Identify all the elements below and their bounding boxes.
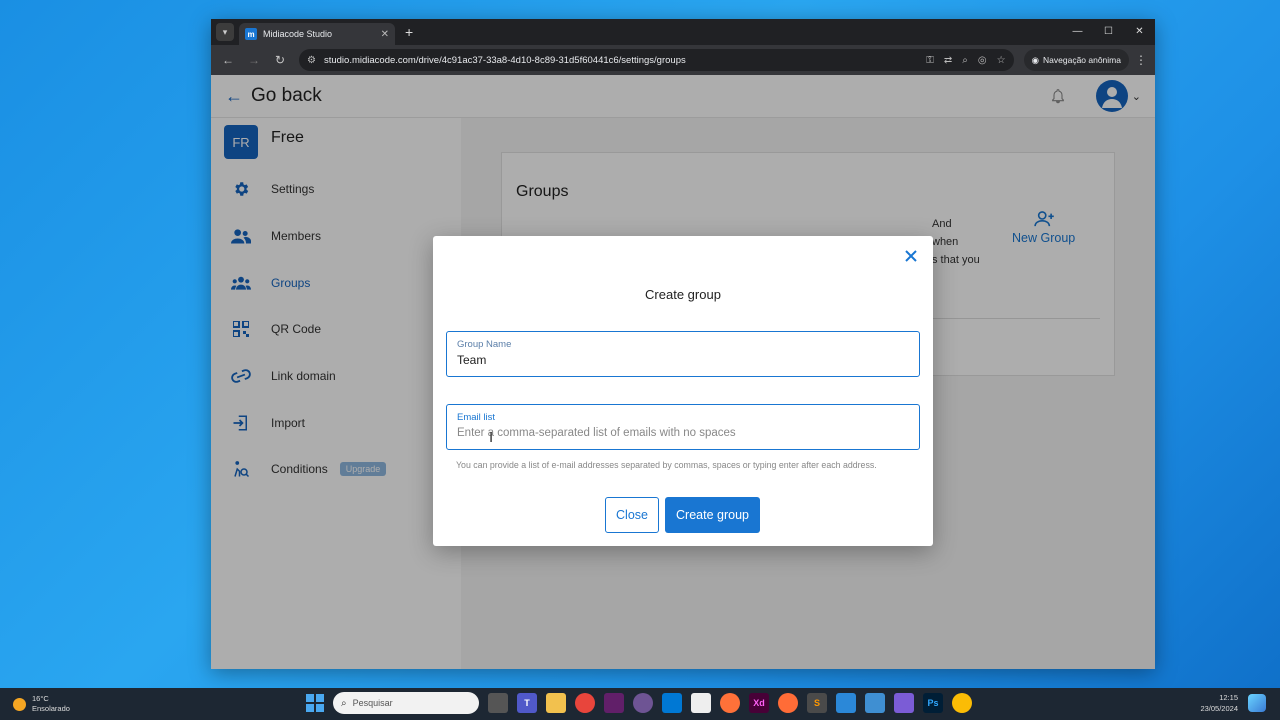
tab-bar: ▾ m Midiacode Studio ✕ + — ☐ ✕ <box>211 19 1155 45</box>
tab-search-icon[interactable]: ▾ <box>216 23 234 41</box>
create-group-button[interactable]: Create group <box>665 497 760 533</box>
adobe-xd-icon[interactable]: Xd <box>749 693 769 713</box>
snipping-tool-icon[interactable] <box>865 693 885 713</box>
clock-date: 23/05/2024 <box>1200 704 1238 713</box>
vscode-icon[interactable] <box>662 693 682 713</box>
clipchamp-icon[interactable] <box>894 693 914 713</box>
url-text[interactable]: studio.midiacode.com/drive/4c91ac37-33a8… <box>324 55 918 66</box>
clock-time: 12:15 <box>1219 693 1238 702</box>
photoshop-icon[interactable]: Ps <box>923 693 943 713</box>
sublime-icon[interactable]: S <box>807 693 827 713</box>
sun-icon <box>13 697 26 711</box>
taskbar: 16°C Ensolarado ⌕ Pesquisar T Xd S Ps 12… <box>0 688 1280 720</box>
close-button[interactable]: Close <box>605 497 659 533</box>
weather-widget[interactable]: 16°C Ensolarado <box>13 694 70 714</box>
back-icon[interactable]: ← <box>217 53 239 67</box>
search-placeholder: Pesquisar <box>352 698 393 708</box>
app-window-icon[interactable] <box>836 693 856 713</box>
email-helper-text: You can provide a list of e-mail address… <box>456 460 877 470</box>
minimize-icon[interactable]: — <box>1062 19 1093 45</box>
temperature: 16°C <box>32 694 49 703</box>
omnibox-icons: ⚿ ⇄ ⌕ ◎ ☆ <box>926 55 1005 66</box>
site-info-icon[interactable]: ⚙ <box>307 55 316 66</box>
password-key-icon[interactable]: ⚿ <box>926 55 934 66</box>
group-name-label: Group Name <box>457 339 512 350</box>
incognito-badge[interactable]: ◉ Navegação anônima <box>1023 49 1129 71</box>
search-icon: ⌕ <box>341 697 347 709</box>
system-tray: 12:15 23/05/2024 <box>1200 692 1266 714</box>
notepad-icon[interactable] <box>691 693 711 713</box>
postman-icon[interactable] <box>778 693 798 713</box>
github-icon[interactable] <box>633 693 653 713</box>
page: ← Go back ⌄ FR Free Settings Members Gro… <box>211 75 1155 669</box>
new-tab-icon[interactable]: + <box>405 24 413 40</box>
task-view-icon[interactable] <box>488 693 508 713</box>
browser-toolbar: ← → ↻ ⚙ studio.midiacode.com/drive/4c91a… <box>211 45 1155 75</box>
star-icon[interactable]: ☆ <box>997 55 1006 66</box>
incognito-label: Navegação anônima <box>1043 55 1121 65</box>
email-list-input[interactable] <box>457 427 909 439</box>
teams-icon[interactable]: T <box>517 693 537 713</box>
browser-tab[interactable]: m Midiacode Studio ✕ <box>239 23 395 45</box>
close-icon[interactable] <box>903 248 919 264</box>
chrome-alt-icon[interactable] <box>952 693 972 713</box>
create-group-dialog: Create group Group Name Team Email list … <box>433 236 933 546</box>
dialog-title: Create group <box>645 287 721 302</box>
address-bar[interactable]: ⚙ studio.midiacode.com/drive/4c91ac37-33… <box>299 49 1014 71</box>
zoom-icon[interactable]: ⌕ <box>962 55 968 66</box>
windows-start-icon[interactable] <box>306 694 324 712</box>
notification-icon[interactable] <box>1248 694 1266 712</box>
tab-close-icon[interactable]: ✕ <box>381 29 389 40</box>
email-list-label: Email list <box>457 412 496 423</box>
menu-kebab-icon[interactable]: ⋮ <box>1133 53 1149 67</box>
reload-icon[interactable]: ↻ <box>269 53 291 67</box>
clock[interactable]: 12:15 23/05/2024 <box>1200 692 1238 714</box>
favicon: m <box>245 28 257 40</box>
browser-window: ▾ m Midiacode Studio ✕ + — ☐ ✕ ← → ↻ ⚙ s… <box>211 19 1155 669</box>
tab-title: Midiacode Studio <box>263 29 333 39</box>
weather-text: 16°C Ensolarado <box>32 694 70 714</box>
eye-off-icon[interactable]: ◎ <box>978 55 987 66</box>
email-list-field[interactable]: Email list <box>446 404 920 450</box>
translate-icon[interactable]: ⇄ <box>944 55 952 66</box>
weather-condition: Ensolarado <box>32 704 70 713</box>
incognito-icon: ◉ <box>1031 54 1040 65</box>
forward-icon[interactable]: → <box>243 53 265 67</box>
chrome-icon[interactable] <box>575 693 595 713</box>
close-window-icon[interactable]: ✕ <box>1124 19 1155 45</box>
file-explorer-icon[interactable] <box>546 693 566 713</box>
taskbar-apps: ⌕ Pesquisar T Xd S Ps <box>306 692 972 714</box>
firefox-icon[interactable] <box>720 693 740 713</box>
window-controls: — ☐ ✕ <box>1062 19 1155 45</box>
group-name-value[interactable]: Team <box>457 353 909 367</box>
maximize-icon[interactable]: ☐ <box>1093 19 1124 45</box>
group-name-field[interactable]: Group Name Team <box>446 331 920 377</box>
slack-icon[interactable] <box>604 693 624 713</box>
text-cursor-icon: I <box>489 429 494 446</box>
taskbar-search[interactable]: ⌕ Pesquisar <box>333 692 479 714</box>
